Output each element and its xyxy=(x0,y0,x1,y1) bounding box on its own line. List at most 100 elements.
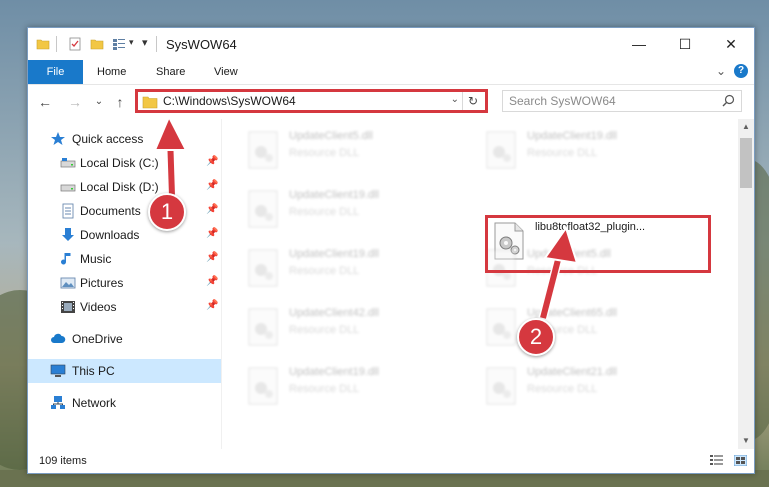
sidebar-item-label: Documents xyxy=(80,204,141,218)
file-name: UpdateClient5.dll xyxy=(289,130,373,142)
refresh-icon[interactable]: ↻ xyxy=(462,92,483,110)
vertical-scrollbar[interactable]: ▲ ▼ xyxy=(738,119,754,449)
sidebar-item-quick-access[interactable]: Quick access xyxy=(28,127,221,151)
scroll-thumb[interactable] xyxy=(740,138,752,188)
music-icon xyxy=(61,253,71,265)
scroll-down-icon[interactable]: ▼ xyxy=(738,433,754,449)
minimize-button[interactable]: — xyxy=(616,28,662,60)
pictures-icon xyxy=(60,277,76,289)
maximize-button[interactable]: ☐ xyxy=(662,28,708,60)
dll-file-icon xyxy=(248,308,278,346)
qa-dropdown-icon[interactable]: ▾ xyxy=(129,37,134,48)
help-icon[interactable]: ? xyxy=(734,64,748,78)
properties-icon[interactable] xyxy=(68,37,82,51)
forward-button[interactable]: → xyxy=(66,92,84,112)
window-title: SysWOW64 xyxy=(166,37,237,52)
title-bar: ▾ ▾ SysWOW64 — ☐ ✕ xyxy=(28,28,754,60)
file-item[interactable]: UpdateClient19.dll Resource DLL xyxy=(482,127,702,177)
search-icon xyxy=(722,94,735,107)
sidebar-item-label: Local Disk (D:) xyxy=(80,180,159,194)
step-badge-1: 1 xyxy=(148,193,186,231)
sidebar-item-network[interactable]: Network xyxy=(28,391,221,415)
file-list: UpdateClient5.dll Resource DLL UpdateCli… xyxy=(222,119,738,449)
file-item[interactable]: UpdateClient19.dll Resource DLL xyxy=(244,363,464,413)
sidebar-item-this-pc[interactable]: This PC xyxy=(28,359,221,383)
minimize-icon: — xyxy=(632,36,646,52)
file-item[interactable]: UpdateClient5.dll Resource DLL xyxy=(244,127,464,177)
recent-locations-button[interactable]: ⌄ xyxy=(90,92,108,112)
sidebar-item-documents[interactable]: Documents 📌 xyxy=(28,199,221,223)
network-icon xyxy=(51,396,65,409)
sidebar-item-local-disk-d[interactable]: Local Disk (D:) 📌 xyxy=(28,175,221,199)
file-type: Resource DLL xyxy=(527,383,598,395)
folder-icon xyxy=(142,96,158,109)
scroll-up-icon[interactable]: ▲ xyxy=(738,119,754,135)
up-button[interactable]: ↑ xyxy=(111,92,129,112)
file-item[interactable]: UpdateClient65.dll Resource DLL xyxy=(482,304,702,354)
search-input[interactable]: Search SysWOW64 xyxy=(502,90,742,112)
pin-icon[interactable]: 📌 xyxy=(206,228,218,239)
pin-icon[interactable]: 📌 xyxy=(206,252,218,263)
sidebar-item-label: Videos xyxy=(80,300,117,314)
address-bar[interactable]: C:\Windows\SysWOW64 ⌄ ↻ xyxy=(135,89,488,113)
view-options-icon[interactable] xyxy=(112,37,126,51)
sidebar-item-label: Downloads xyxy=(80,228,140,242)
tiles-view-icon[interactable] xyxy=(734,455,747,466)
file-type: Resource DLL xyxy=(289,383,360,395)
back-button[interactable]: ← xyxy=(36,92,54,112)
dll-file-icon xyxy=(248,131,278,169)
sidebar-item-local-disk-c[interactable]: Local Disk (C:) 📌 xyxy=(28,151,221,175)
star-icon xyxy=(51,132,65,145)
file-type: Resource DLL xyxy=(527,147,598,159)
details-view-icon[interactable] xyxy=(710,455,723,466)
file-name: UpdateClient19.dll xyxy=(289,366,379,378)
dll-file-icon xyxy=(248,249,278,287)
pin-icon[interactable]: 📌 xyxy=(206,300,218,311)
file-item[interactable]: UpdateClient19.dll Resource DLL xyxy=(244,245,464,295)
sidebar-item-downloads[interactable]: Downloads 📌 xyxy=(28,223,221,247)
file-explorer-window: ▾ ▾ SysWOW64 — ☐ ✕ File Home Share View … xyxy=(27,27,755,474)
file-item[interactable]: UpdateClient21.dll Resource DLL xyxy=(482,363,702,413)
ribbon-tabs: File Home Share View ⌄ ? xyxy=(28,60,754,85)
documents-icon xyxy=(62,203,74,219)
address-dropdown-icon[interactable]: ⌄ xyxy=(451,94,459,105)
step-badge-2: 2 xyxy=(517,318,555,356)
new-folder-icon[interactable] xyxy=(90,37,104,51)
pin-icon[interactable]: 📌 xyxy=(206,276,218,287)
file-name: UpdateClient19.dll xyxy=(289,189,379,201)
address-path: C:\Windows\SysWOW64 xyxy=(163,94,296,108)
drive-icon xyxy=(60,158,76,168)
tab-file[interactable]: File xyxy=(28,60,83,84)
downloads-icon xyxy=(62,228,74,241)
expand-ribbon-icon[interactable]: ⌄ xyxy=(716,64,726,78)
pin-icon[interactable]: 📌 xyxy=(206,180,218,191)
dll-file-icon xyxy=(486,131,516,169)
sidebar-item-pictures[interactable]: Pictures 📌 xyxy=(28,271,221,295)
navigation-bar: ← → ⌄ ↑ C:\Windows\SysWOW64 ⌄ ↻ Search S… xyxy=(28,85,754,119)
navigation-pane: Quick access Local Disk (C:) 📌 Local Dis… xyxy=(28,119,221,449)
file-item[interactable]: UpdateClient19.dll Resource DLL xyxy=(244,186,464,236)
sidebar-item-onedrive[interactable]: OneDrive xyxy=(28,327,221,351)
tab-view[interactable]: View xyxy=(214,60,238,84)
file-name: UpdateClient19.dll xyxy=(289,248,379,260)
file-type: Resource DLL xyxy=(289,206,360,218)
sidebar-item-music[interactable]: Music 📌 xyxy=(28,247,221,271)
dll-file-icon xyxy=(248,367,278,405)
sidebar-item-videos[interactable]: Videos 📌 xyxy=(28,295,221,319)
file-name: UpdateClient21.dll xyxy=(527,366,617,378)
sidebar-item-label: Local Disk (C:) xyxy=(80,156,159,170)
pin-icon[interactable]: 📌 xyxy=(206,204,218,215)
pin-icon[interactable]: 📌 xyxy=(206,156,218,167)
sidebar-item-label: Network xyxy=(72,396,117,410)
item-count: 109 items xyxy=(39,455,87,467)
tab-home[interactable]: Home xyxy=(97,60,126,84)
dll-file-icon xyxy=(248,190,278,228)
customize-toolbar-icon[interactable]: ▾ xyxy=(142,36,148,49)
sidebar-item-label: OneDrive xyxy=(72,332,123,346)
file-item[interactable]: UpdateClient42.dll Resource DLL xyxy=(244,304,464,354)
title-separator xyxy=(56,36,57,52)
tab-share[interactable]: Share xyxy=(156,60,185,84)
sidebar-item-label: Music xyxy=(80,252,112,266)
drive-icon xyxy=(60,184,76,192)
close-button[interactable]: ✕ xyxy=(708,28,754,60)
